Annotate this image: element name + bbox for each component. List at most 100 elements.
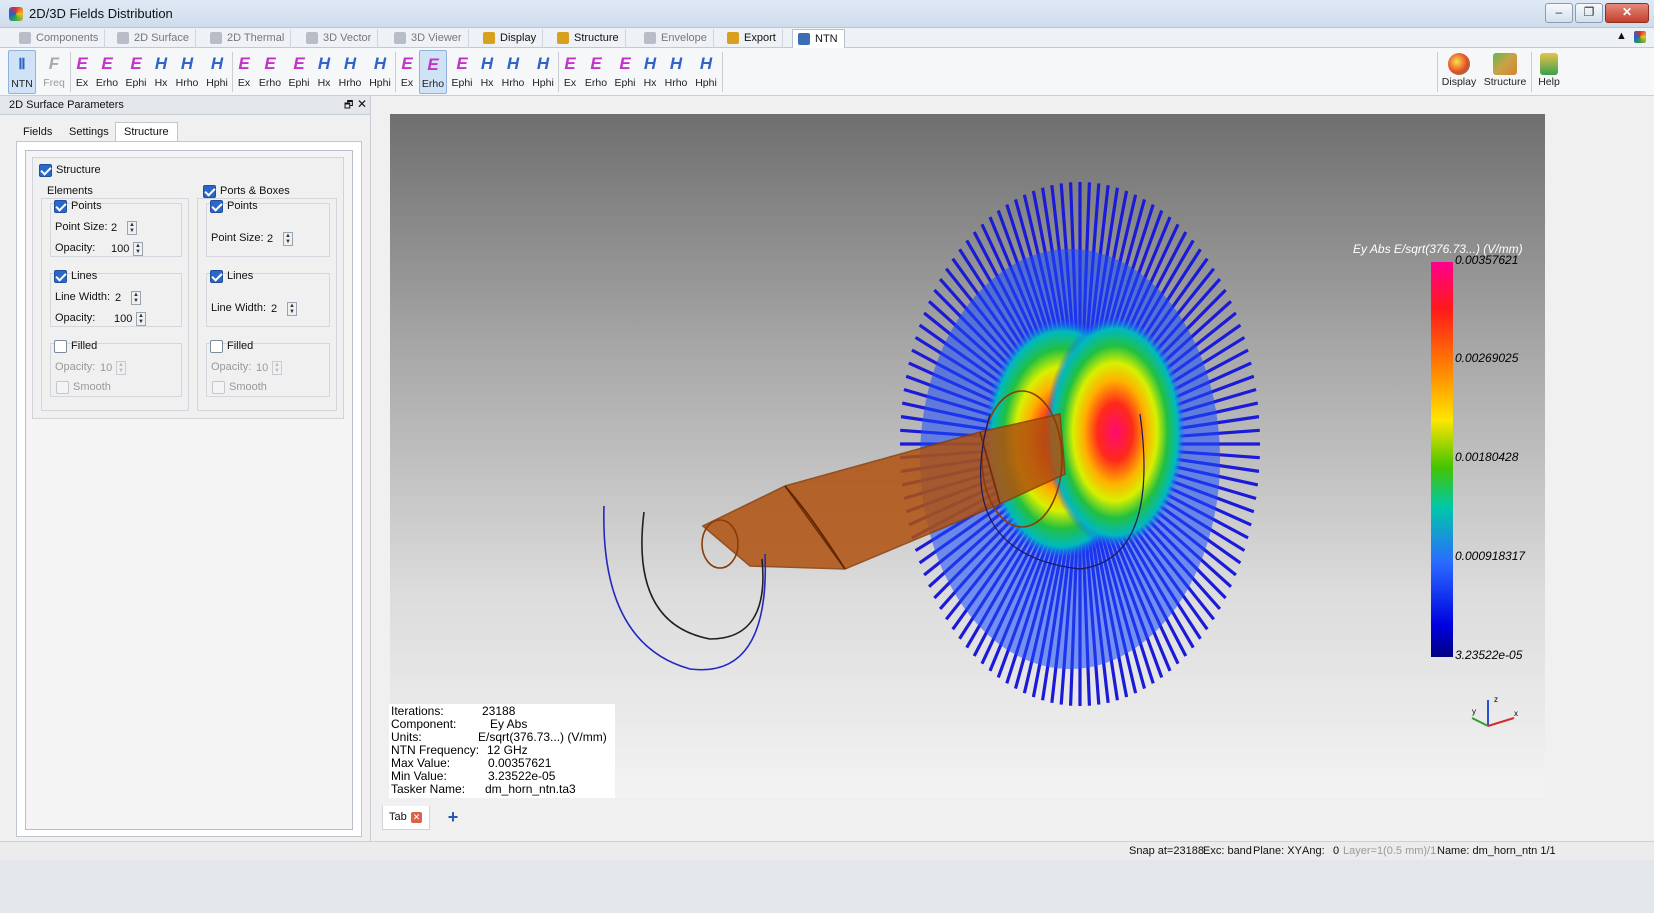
components-icon [19,32,31,44]
element-smooth-checkbox[interactable]: Smooth [56,380,111,396]
close-panel-icon[interactable]: ✕ [357,97,367,111]
viewer-icon [394,32,406,44]
port-filled-checkbox[interactable]: Filled [210,339,253,355]
port-points-checkbox[interactable]: Points [210,199,258,215]
port-lines-checkbox[interactable]: Lines [210,269,253,285]
close-button[interactable]: ✕ [1605,3,1649,23]
display-button[interactable]: Display [1439,50,1479,94]
tab-label: Components [36,32,99,44]
spin-arrows-icon[interactable]: ▲ ▼ [116,361,126,375]
add-tab-button[interactable]: + [441,808,465,828]
element-point-size-spinbox[interactable]: 2 ▲ ▼ [108,220,138,236]
tab-3d-viewer[interactable]: 3D Viewer [389,29,469,48]
element-filled-checkbox[interactable]: Filled [54,339,97,355]
y-axis-label: y [1472,707,1476,716]
spin-arrows-icon[interactable]: ▲ ▼ [136,312,146,326]
spin-value: 10 [100,362,113,374]
tab-structure[interactable]: Structure [115,122,178,142]
minimize-button[interactable]: – [1545,3,1573,23]
spin-arrows-icon[interactable]: ▲ ▼ [287,302,297,316]
m-hphi-button[interactable]: H Hphi [529,50,557,94]
tab-3d-vector[interactable]: 3D Vector [301,29,379,48]
tab-display[interactable]: Display [478,29,544,48]
tab-label: Structure [574,32,619,44]
l-ephi-button[interactable]: E Ephi [286,50,312,94]
m-ephi-button[interactable]: E Ephi [449,50,475,94]
ntn-button[interactable]: Ⅱ NTN [8,50,36,94]
port-line-width-spinbox[interactable]: 2 ▲ ▼ [268,301,298,317]
m-ephi-label: Ephi [451,77,473,89]
close-tab-icon[interactable]: ✕ [411,812,422,823]
help-button[interactable]: Help [1534,50,1564,94]
checkbox-box [54,270,67,283]
tab-ntn[interactable]: NTN [792,29,845,48]
r-erho-button[interactable]: E Erho [94,50,120,94]
tab-components[interactable]: Components [14,29,106,48]
checkbox-box [56,381,69,394]
l-erho-button[interactable]: E Erho [256,50,284,94]
a-ex-button[interactable]: E Ex [560,50,580,94]
a-hphi-button[interactable]: H Hphi [692,50,720,94]
l-hphi-button[interactable]: H Hphi [366,50,394,94]
tab-envelope[interactable]: Envelope [639,29,714,48]
opacity-label: Opacity: [211,361,252,373]
x-axis-label: x [1514,709,1518,718]
checkbox-box [203,185,216,198]
element-filled-opacity-spinbox[interactable]: 10 ▲ ▼ [97,360,127,376]
element-line-width-spinbox[interactable]: 2 ▲ ▼ [112,290,142,306]
tab-export[interactable]: Export [722,29,783,48]
a-ephi-button[interactable]: E Ephi [612,50,638,94]
l-erho-label: Erho [258,77,282,89]
checkbox-label: Lines [227,270,254,282]
tab-settings[interactable]: Settings [60,122,118,142]
port-filled-opacity-spinbox[interactable]: 10 ▲ ▼ [253,360,283,376]
freq-button[interactable]: F Freq [40,50,68,94]
m-ex-button[interactable]: E Ex [397,50,417,94]
opacity-label: Opacity: [55,312,96,324]
l-hrho-button[interactable]: H Hrho [336,50,364,94]
structure-button[interactable]: Structure [1481,50,1529,94]
l-ex-button[interactable]: E Ex [234,50,254,94]
maximize-button[interactable]: ❐ [1575,3,1603,23]
r-hphi-button[interactable]: H Hphi [203,50,231,94]
help-label: Help [1538,76,1560,88]
float-panel-icon[interactable]: 🗗 [344,98,353,115]
spin-arrows-icon[interactable]: ▲ ▼ [133,242,143,256]
spin-arrows-icon[interactable]: ▲ ▼ [127,221,137,235]
app-mini-icon[interactable] [1634,31,1646,43]
m-hrho-button[interactable]: H Hrho [499,50,527,94]
a-hx-button[interactable]: H Hx [640,50,660,94]
tab-fields[interactable]: Fields [14,122,61,142]
spin-arrows-icon[interactable]: ▲ ▼ [283,232,293,246]
port-smooth-checkbox[interactable]: Smooth [212,380,267,396]
element-lines-opacity-spinbox[interactable]: 100 ▲ ▼ [111,311,147,327]
element-lines-checkbox[interactable]: Lines [54,269,97,285]
checkbox-label: Smooth [229,381,267,393]
collapse-ribbon-icon[interactable]: ▲ [1616,30,1627,42]
e-field-icon: E [456,54,468,73]
tab-2d-thermal[interactable]: 2D Thermal [205,29,292,48]
a-ex-label: Ex [563,77,577,89]
a-hrho-button[interactable]: H Hrho [662,50,690,94]
3d-viewport[interactable]: z x y [390,114,1545,798]
hotspot-right [1045,317,1185,547]
m-erho-button[interactable]: E Erho [419,50,447,94]
structure-checkbox[interactable]: Structure [39,163,101,179]
element-points-checkbox[interactable]: Points [54,199,102,215]
m-hx-button[interactable]: H Hx [477,50,497,94]
a-erho-button[interactable]: E Erho [582,50,610,94]
h-field-icon: H [506,54,520,73]
spin-arrows-icon[interactable]: ▲ ▼ [131,291,141,305]
element-points-opacity-spinbox[interactable]: 100 ▲ ▼ [108,241,144,257]
port-point-size-spinbox[interactable]: 2 ▲ ▼ [264,231,294,247]
r-ex-button[interactable]: E Ex [72,50,92,94]
h-field-icon: H [210,54,224,73]
r-ephi-button[interactable]: E Ephi [123,50,149,94]
spin-arrows-icon[interactable]: ▲ ▼ [272,361,282,375]
tab-structure[interactable]: Structure [552,29,626,48]
viewport-tab[interactable]: Tab ✕ [382,806,430,830]
tab-2d-surface[interactable]: 2D Surface [112,29,197,48]
l-hx-button[interactable]: H Hx [314,50,334,94]
r-hx-button[interactable]: H Hx [151,50,171,94]
r-hrho-button[interactable]: H Hrho [173,50,201,94]
